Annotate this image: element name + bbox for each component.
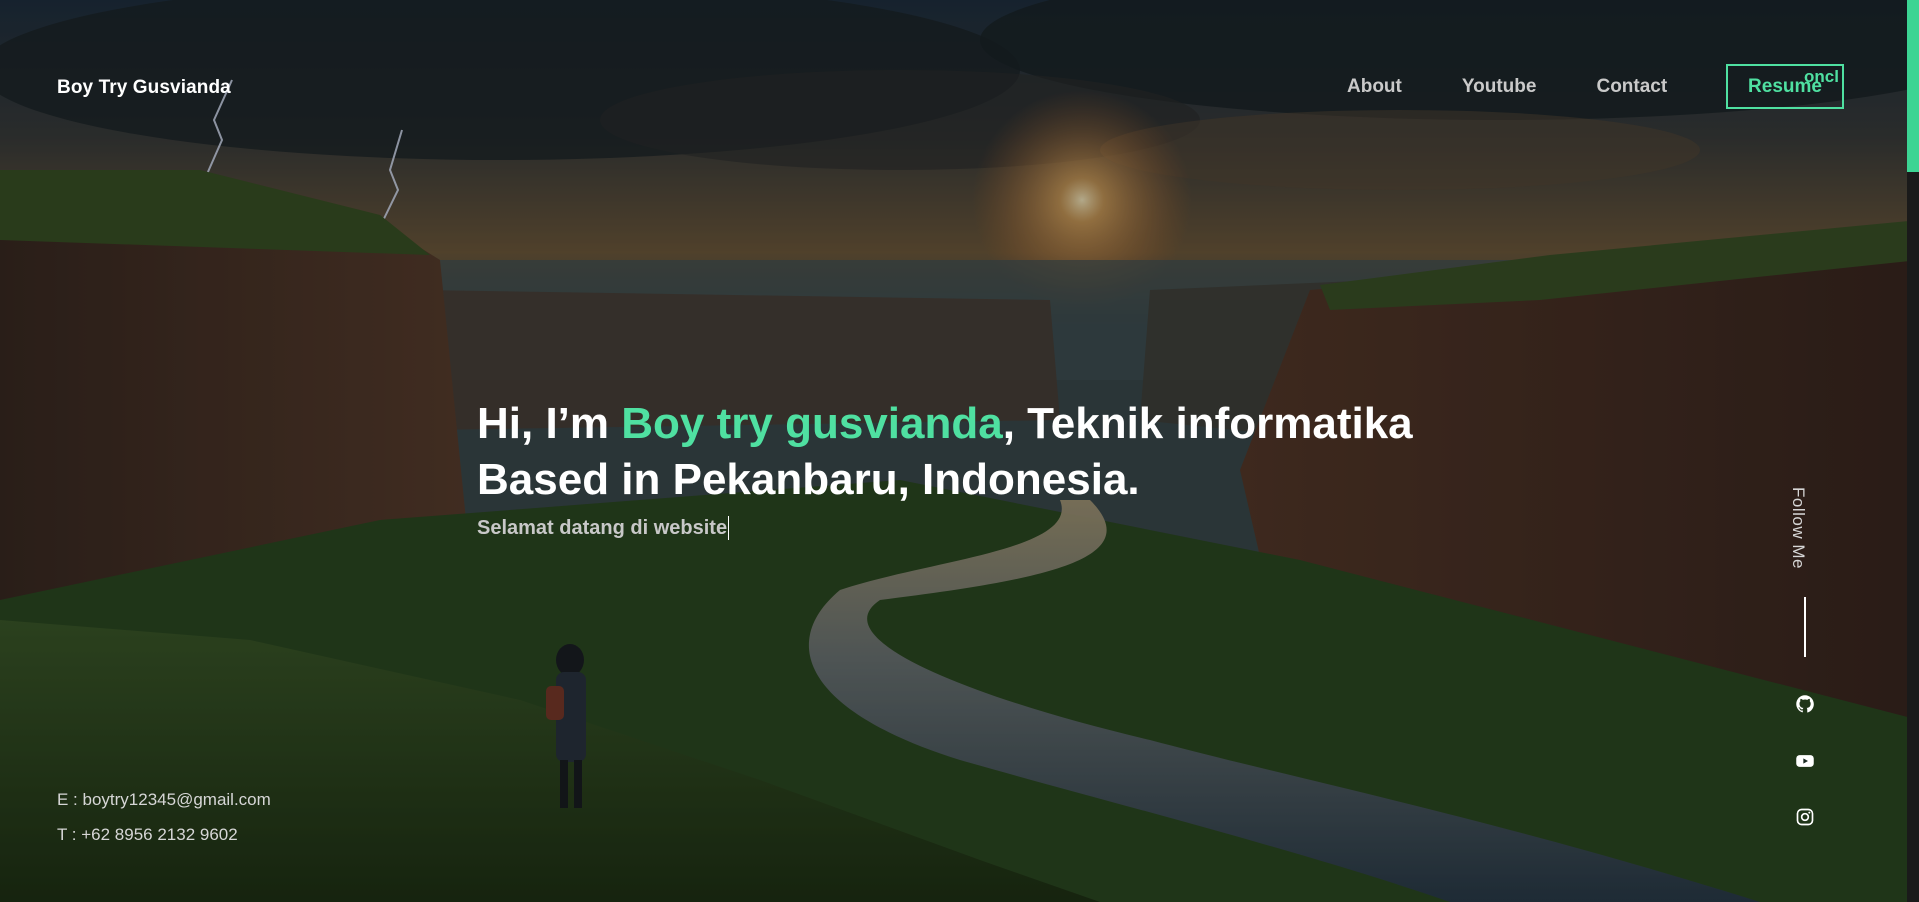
brand-logo[interactable]: Boy Try Gusvianda bbox=[57, 77, 231, 99]
hero-role: , Teknik informatika bbox=[1002, 399, 1413, 448]
hero-location: Based in Pekanbaru, Indonesia. bbox=[477, 455, 1140, 504]
scrollbar-track[interactable] bbox=[1907, 0, 1919, 902]
hero-subtitle-text: Selamat datang di website bbox=[477, 516, 728, 539]
page: Boy Try Gusvianda About Youtube Contact … bbox=[0, 0, 1919, 902]
hero-heading: Hi, I’m Boy try gusvianda, Teknik inform… bbox=[477, 396, 1437, 508]
typing-caret bbox=[728, 516, 730, 540]
scrollbar-thumb[interactable] bbox=[1907, 0, 1919, 172]
follow-me-label: Follow Me bbox=[1789, 487, 1808, 569]
nav-contact[interactable]: Contact bbox=[1596, 76, 1667, 98]
nav-about[interactable]: About bbox=[1347, 76, 1402, 98]
resume-overlap-text: oncl bbox=[1804, 67, 1839, 86]
hero-section: Hi, I’m Boy try gusvianda, Teknik inform… bbox=[477, 396, 1437, 540]
contact-phone[interactable]: T : +62 8956 2132 9602 bbox=[57, 817, 271, 852]
follow-divider bbox=[1804, 597, 1806, 657]
github-icon[interactable] bbox=[1795, 694, 1815, 714]
main-nav: About Youtube Contact bbox=[1347, 76, 1727, 98]
youtube-icon[interactable] bbox=[1795, 751, 1815, 771]
hero-greeting: Hi, I’m bbox=[477, 399, 622, 448]
contact-info: E : boytry12345@gmail.com T : +62 8956 2… bbox=[57, 782, 271, 852]
hero-subtitle: Selamat datang di website bbox=[477, 516, 730, 540]
instagram-icon[interactable] bbox=[1795, 807, 1815, 827]
nav-youtube[interactable]: Youtube bbox=[1462, 76, 1537, 98]
hero-name: Boy try gusvianda bbox=[621, 399, 1003, 448]
contact-email[interactable]: E : boytry12345@gmail.com bbox=[57, 782, 271, 817]
